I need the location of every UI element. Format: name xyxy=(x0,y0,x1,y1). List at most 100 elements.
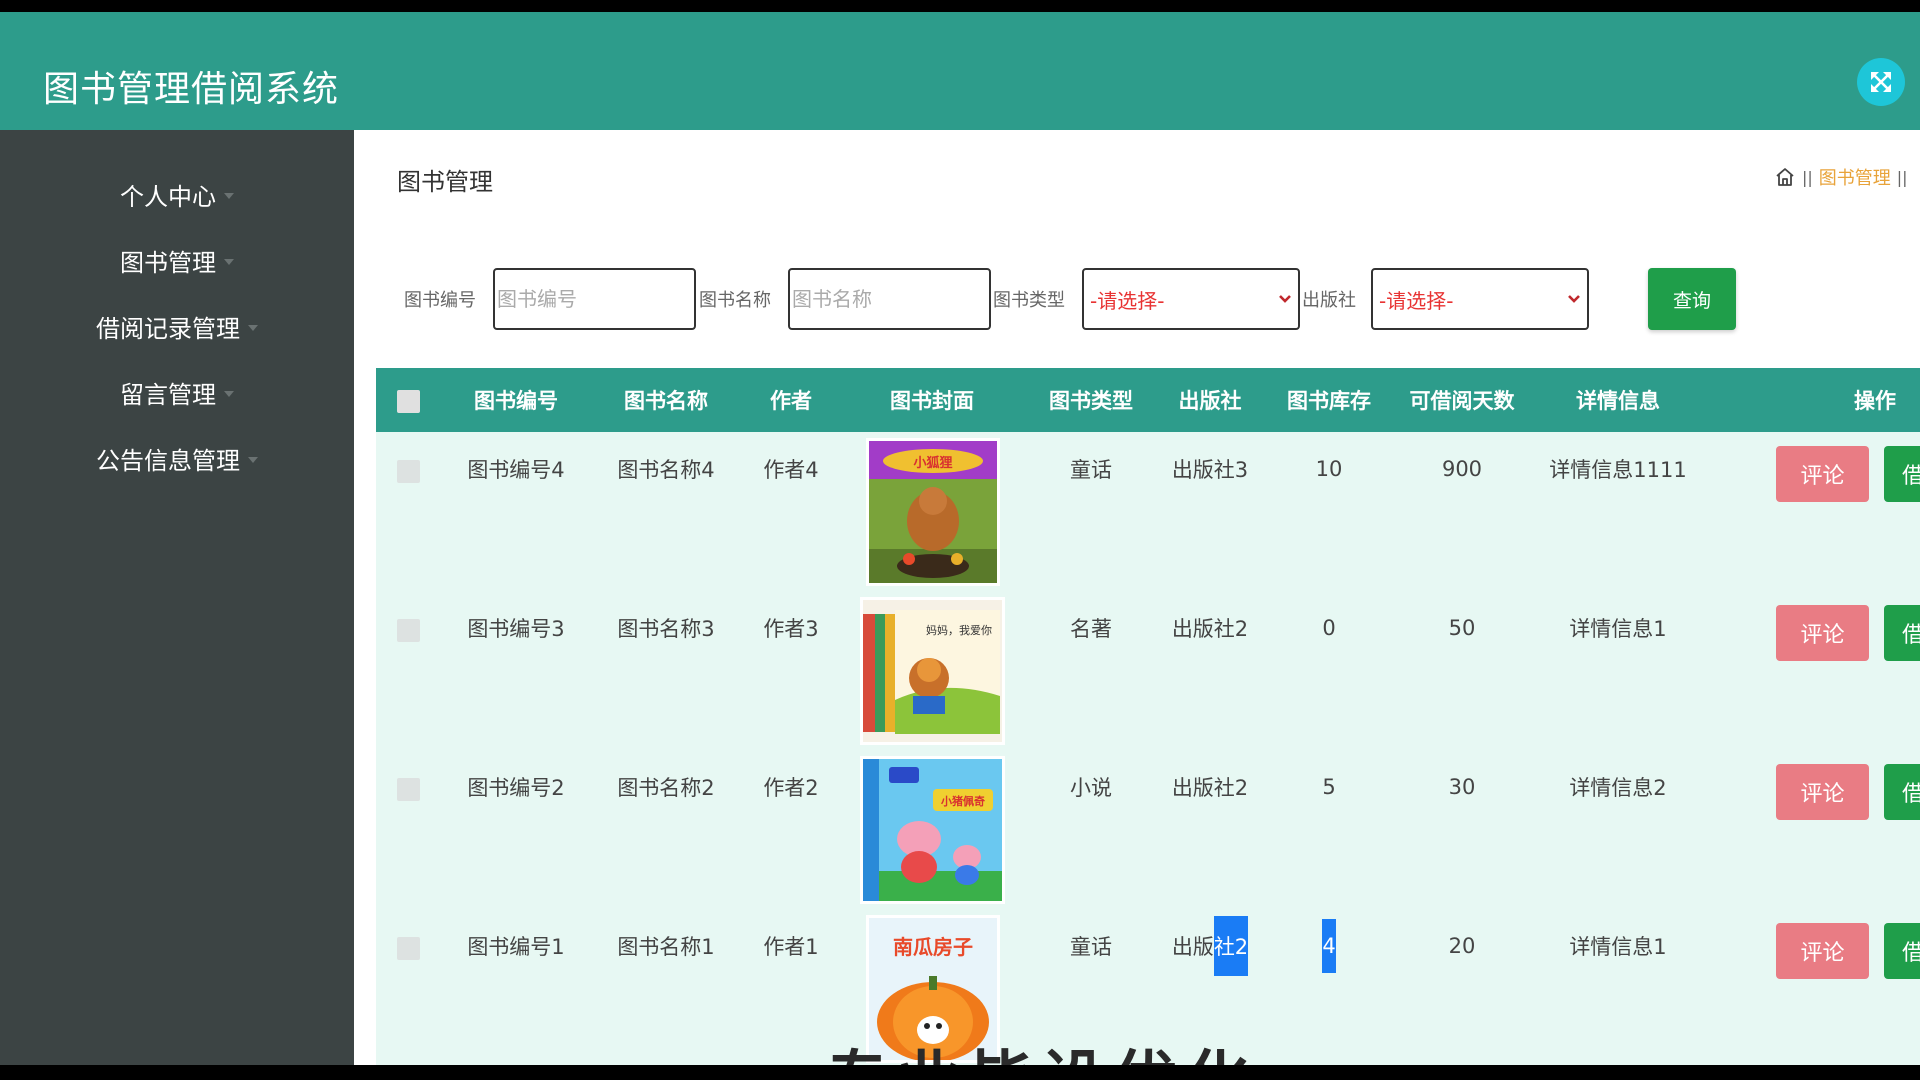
column-header: 作者 xyxy=(770,389,812,413)
breadcrumb-separator: || xyxy=(1802,167,1813,187)
sidebar-item-book-management[interactable]: 图书管理 xyxy=(0,232,354,288)
caret-down-icon xyxy=(248,325,258,331)
comment-button[interactable]: 评论 xyxy=(1776,605,1869,661)
query-button[interactable]: 查询 xyxy=(1648,268,1736,330)
cell-detail: 详情信息1 xyxy=(1569,617,1667,641)
cell-stock: 0 xyxy=(1322,616,1336,640)
breadcrumb-current[interactable]: 图书管理 xyxy=(1819,164,1891,190)
cell-publisher: 出版社2 xyxy=(1171,776,1249,800)
fullscreen-button[interactable] xyxy=(1857,58,1905,106)
page-title: 图书管理 xyxy=(397,168,493,196)
sidebar-item-label: 借阅记录管理 xyxy=(96,314,240,343)
cell-borrow-days: 20 xyxy=(1448,934,1476,958)
book-table: 图书编号 图书名称 作者 图书封面 图书类型 出版社 图书库存 可借阅天数 详情… xyxy=(376,368,1920,1068)
cell-book-type: 童话 xyxy=(1070,458,1112,482)
column-header: 图书类型 xyxy=(1049,389,1133,413)
cell-borrow-days: 30 xyxy=(1448,775,1476,799)
sidebar-item-personal-center[interactable]: 个人中心 xyxy=(0,166,354,222)
table-row: 图书编号3 图书名称3 作者3 妈妈，我爱你 名著 出版社2 0 50 详情信息… xyxy=(376,591,1920,750)
cell-book-name: 图书名称3 xyxy=(617,617,715,641)
cell-book-no: 图书编号4 xyxy=(467,458,565,482)
cell-detail: 详情信息1 xyxy=(1569,935,1667,959)
caret-down-icon xyxy=(248,457,258,463)
chevron-down-icon xyxy=(1279,295,1291,303)
cell-stock: 4 xyxy=(1269,919,1389,973)
text-selection-highlight: 4 xyxy=(1322,919,1336,973)
sidebar-item-label: 个人中心 xyxy=(120,182,216,211)
cell-book-name: 图书名称4 xyxy=(617,458,715,482)
publisher-select[interactable]: -请选择- xyxy=(1371,268,1589,330)
caret-down-icon xyxy=(224,391,234,397)
cell-publisher: 出版社2 xyxy=(1171,617,1249,641)
publisher-label: 出版社 xyxy=(1302,290,1356,311)
caret-down-icon xyxy=(224,193,234,199)
book-name-label: 图书名称 xyxy=(699,290,771,311)
sidebar-item-messages[interactable]: 留言管理 xyxy=(0,364,354,420)
sidebar-item-borrow-records[interactable]: 借阅记录管理 xyxy=(0,298,354,354)
comment-button[interactable]: 评论 xyxy=(1776,764,1869,820)
comment-button[interactable]: 评论 xyxy=(1776,923,1869,979)
column-header: 图书编号 xyxy=(474,389,558,413)
cover-title-text: 南瓜房子 xyxy=(893,935,973,959)
cell-stock: 5 xyxy=(1322,775,1336,799)
table-header: 图书编号 图书名称 作者 图书封面 图书类型 出版社 图书库存 可借阅天数 详情… xyxy=(376,368,1920,432)
borrow-button[interactable]: 借 xyxy=(1884,923,1920,979)
row-checkbox[interactable] xyxy=(397,937,420,960)
borrow-button[interactable]: 借 xyxy=(1884,764,1920,820)
borrow-button[interactable]: 借 xyxy=(1884,605,1920,661)
book-type-select[interactable]: -请选择- xyxy=(1082,268,1300,330)
bottom-black-bar xyxy=(0,1065,1920,1080)
chevron-down-icon xyxy=(1568,295,1580,303)
cell-book-name: 图书名称1 xyxy=(617,935,715,959)
cell-author: 作者2 xyxy=(763,776,819,800)
text-selection-highlight: 社2 xyxy=(1213,916,1249,976)
column-header: 图书名称 xyxy=(624,389,708,413)
sidebar-item-label: 公告信息管理 xyxy=(96,446,240,475)
cell-publisher-prefix: 出版 xyxy=(1171,935,1214,959)
column-header: 图书库存 xyxy=(1287,389,1371,413)
cover-title-text: 小狐狸 xyxy=(913,455,952,471)
cover-title-text: 妈妈，我爱你 xyxy=(926,623,992,637)
app-window: 图书管理借阅系统 个人中心 图书管理 借阅记录管理 留言管理 公告信息管理 图书… xyxy=(0,0,1920,1080)
cell-book-type: 童话 xyxy=(1070,935,1112,959)
book-no-input[interactable] xyxy=(493,268,696,330)
publisher-select-value: -请选择- xyxy=(1379,288,1454,313)
table-row: 图书编号4 图书名称4 作者4 小狐狸 童话 出版社3 10 900 详情信息1… xyxy=(376,432,1920,591)
book-no-label: 图书编号 xyxy=(404,290,476,311)
cell-publisher: 出版社2 xyxy=(1160,916,1260,976)
borrow-button[interactable]: 借 xyxy=(1884,446,1920,502)
cell-detail: 详情信息2 xyxy=(1569,776,1667,800)
top-black-bar xyxy=(0,0,1920,12)
cell-author: 作者3 xyxy=(763,617,819,641)
breadcrumb-separator: || xyxy=(1896,167,1908,187)
column-header: 操作 xyxy=(1854,389,1896,413)
row-checkbox[interactable] xyxy=(397,778,420,801)
main-content: 图书管理 || 图书管理 || 图书编号 图书名称 图书类型 -请选择- 出版社… xyxy=(354,130,1920,1068)
table-row: 图书编号2 图书名称2 作者2 小猪佩奇 小说 出版社2 5 30 详情信息2 … xyxy=(376,750,1920,909)
cell-book-type: 小说 xyxy=(1070,776,1112,800)
book-type-select-value: -请选择- xyxy=(1090,288,1165,313)
cell-detail: 详情信息1111 xyxy=(1549,458,1687,482)
cell-book-type: 名著 xyxy=(1070,617,1112,641)
row-checkbox[interactable] xyxy=(397,460,420,483)
cell-stock: 10 xyxy=(1315,457,1343,481)
cell-book-no: 图书编号2 xyxy=(467,776,565,800)
column-header: 出版社 xyxy=(1178,389,1242,413)
select-all-checkbox[interactable] xyxy=(397,390,420,413)
cell-author: 作者4 xyxy=(763,458,819,482)
comment-button[interactable]: 评论 xyxy=(1776,446,1869,502)
app-title: 图书管理借阅系统 xyxy=(43,69,340,110)
column-header: 详情信息 xyxy=(1576,389,1660,413)
home-icon[interactable] xyxy=(1774,166,1796,188)
book-cover-image: 妈妈，我爱你 xyxy=(860,597,1005,745)
row-checkbox[interactable] xyxy=(397,619,420,642)
sidebar-item-announcements[interactable]: 公告信息管理 xyxy=(0,430,354,486)
cell-borrow-days: 50 xyxy=(1448,616,1476,640)
sidebar: 个人中心 图书管理 借阅记录管理 留言管理 公告信息管理 xyxy=(0,130,354,1065)
book-name-input[interactable] xyxy=(788,268,991,330)
cell-book-name: 图书名称2 xyxy=(617,776,715,800)
app-header: 图书管理借阅系统 xyxy=(0,12,1920,130)
column-header: 可借阅天数 xyxy=(1409,389,1515,413)
cell-publisher: 出版社3 xyxy=(1171,458,1249,482)
book-cover-image: 小猪佩奇 xyxy=(860,756,1005,904)
